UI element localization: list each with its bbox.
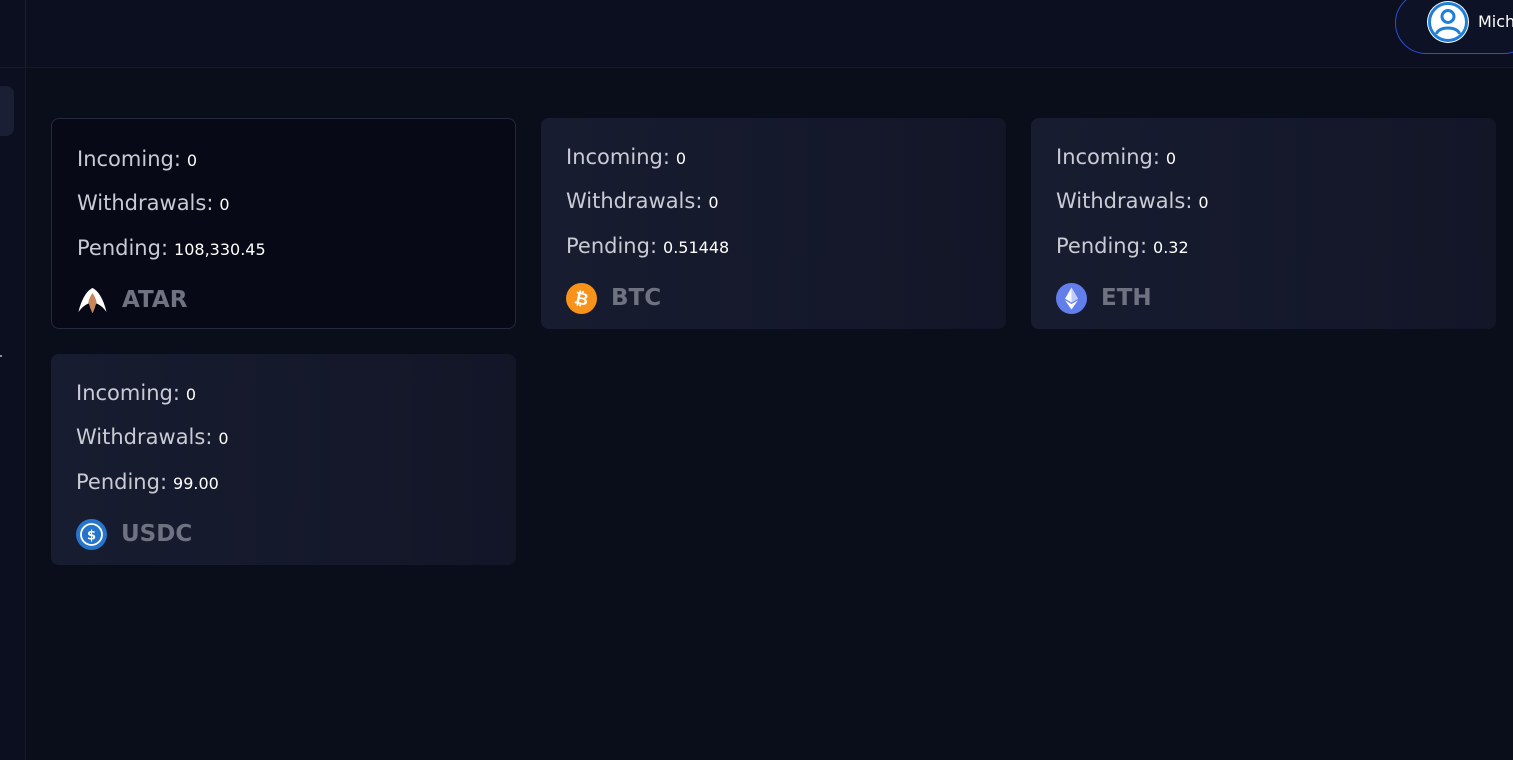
incoming-value: 0 xyxy=(675,149,687,168)
withdrawals-label: Withdrawals: xyxy=(566,189,703,213)
incoming-label: Incoming: xyxy=(77,147,181,171)
sidebar-active-item[interactable] xyxy=(0,86,14,136)
usdc-icon: $ xyxy=(76,518,107,550)
incoming-row: Incoming: 0 xyxy=(1056,145,1176,169)
withdrawals-row: Withdrawals: 0 xyxy=(566,189,719,213)
top-bar xyxy=(0,0,1513,68)
incoming-row: Incoming: 0 xyxy=(76,381,196,405)
coin-symbol: USDC xyxy=(121,521,193,547)
coin-symbol: ETH xyxy=(1101,285,1152,311)
user-name[interactable]: Mich xyxy=(1478,12,1513,31)
coin-badge: $ USDC xyxy=(76,518,192,550)
pending-row: Pending: 0.51448 xyxy=(566,234,729,258)
incoming-label: Incoming: xyxy=(566,145,670,169)
asset-card-eth: Incoming: 0 Withdrawals: 0 Pending: 0.32 ET… xyxy=(1031,118,1496,329)
asset-card-usdc: Incoming: 0 Withdrawals: 0 Pending: 99.00 $… xyxy=(51,354,516,565)
pending-label: Pending: xyxy=(566,234,658,258)
incoming-value: 0 xyxy=(186,151,198,170)
incoming-row: Incoming: 0 xyxy=(566,145,686,169)
pending-value: 99.00 xyxy=(173,474,219,493)
coin-badge: ATAR xyxy=(77,284,187,316)
top-bar-divider xyxy=(25,0,26,68)
asset-card-btc: Incoming: 0 Withdrawals: 0 Pending: 0.51448… xyxy=(541,118,1006,329)
ethereum-icon xyxy=(1056,282,1087,314)
bitcoin-icon: ₿ xyxy=(566,282,597,314)
withdrawals-row: Withdrawals: 0 xyxy=(77,191,230,215)
withdrawals-label: Withdrawals: xyxy=(76,425,213,449)
pending-row: Pending: 108,330.45 xyxy=(77,236,266,260)
withdrawals-value: 0 xyxy=(218,429,229,448)
pending-value: 0.32 xyxy=(1153,238,1189,257)
withdrawals-row: Withdrawals: 0 xyxy=(76,425,229,449)
incoming-label: Incoming: xyxy=(76,381,180,405)
incoming-value: 0 xyxy=(185,385,197,404)
user-avatar-icon[interactable] xyxy=(1426,0,1470,44)
incoming-label: Incoming: xyxy=(1056,145,1160,169)
svg-text:$: $ xyxy=(87,528,96,543)
pending-value: 108,330.45 xyxy=(174,240,266,259)
pending-label: Pending: xyxy=(76,470,168,494)
withdrawals-label: Withdrawals: xyxy=(1056,189,1193,213)
pending-label: Pending: xyxy=(77,236,169,260)
withdrawals-value: 0 xyxy=(219,195,230,214)
withdrawals-value: 0 xyxy=(708,193,719,212)
pending-value: 0.51448 xyxy=(663,238,730,257)
sidebar xyxy=(0,68,26,760)
pending-row: Pending: 99.00 xyxy=(76,470,219,494)
incoming-value: 0 xyxy=(1165,149,1177,168)
incoming-row: Incoming: 0 xyxy=(77,147,197,171)
withdrawals-row: Withdrawals: 0 xyxy=(1056,189,1209,213)
pending-row: Pending: 0.32 xyxy=(1056,234,1189,258)
atar-logo-icon xyxy=(77,285,108,316)
asset-card-atar: Incoming: 0 Withdrawals: 0 Pending: 108,330… xyxy=(51,118,516,329)
coin-symbol: ATAR xyxy=(122,287,188,313)
withdrawals-label: Withdrawals: xyxy=(77,191,214,215)
pending-label: Pending: xyxy=(1056,234,1148,258)
coin-badge: ETH xyxy=(1056,282,1152,314)
sidebar-marker xyxy=(0,355,2,357)
coin-badge: ₿ BTC xyxy=(566,282,661,314)
withdrawals-value: 0 xyxy=(1198,193,1209,212)
coin-symbol: BTC xyxy=(611,285,662,311)
